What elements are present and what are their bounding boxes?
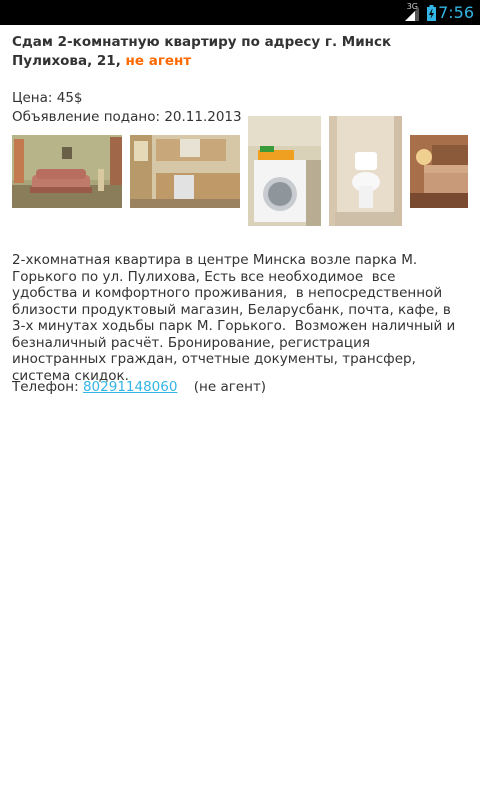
signal-icon [405,7,419,21]
photo-gallery[interactable] [12,116,468,228]
listing-title-text: Сдам 2-комнатную квартиру по адресу г. М… [12,34,392,69]
phone-label: Телефон: [12,379,79,395]
phone-row: Телефон: 80291148060 (не агент) [12,378,266,397]
bedroom-photo[interactable] [410,135,468,208]
price-label: Цена: 45$ [12,90,83,106]
phone-number-link[interactable]: 80291148060 [83,379,177,395]
washing-machine-photo[interactable] [248,116,321,226]
clock: 7:56 [438,3,474,22]
kitchen-photo[interactable] [130,135,240,208]
listing-header: Сдам 2-комнатную квартиру по адресу г. М… [12,33,470,127]
agent-tag: не агент [125,53,192,69]
listing-title: Сдам 2-комнатную квартиру по адресу г. М… [12,33,470,71]
battery-charging-icon [427,5,436,21]
living-room-sofa-photo[interactable] [12,135,122,208]
phone-note: (не агент) [193,379,267,395]
status-bar: 3G 7:56 [0,0,480,25]
toilet-photo[interactable] [329,116,402,226]
listing-description: 2-хкомнатная квартира в центре Минска во… [12,252,460,384]
